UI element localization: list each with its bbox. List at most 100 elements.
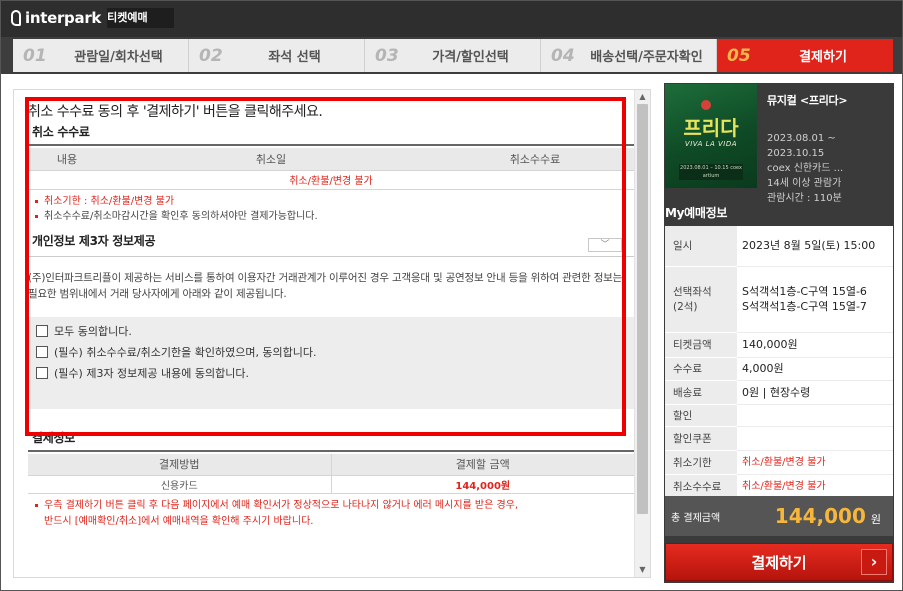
table-row: 티켓금액 140,000원 [665,332,893,358]
show-title: 뮤지컬 <프리다> [767,94,848,107]
row-value: S석객석1층-C구역 15열-6 S석객석1층-C구역 15열-7 [737,266,893,333]
payment-method: 신용카드 [28,475,331,494]
table-row: 신용카드 144,000원 [28,475,634,494]
cancel-fee-cell: 취소/환불/변경 불가 [28,170,634,190]
step-label: 결제하기 [799,50,847,65]
row-label: 할인 [665,404,737,427]
total-amount-row: 총 결제금액 144,000 원 [665,496,893,536]
step-label: 배송선택/주문자확인 [590,50,703,65]
agree-third-party-checkbox[interactable] [36,367,48,379]
total-label: 총 결제금액 [671,512,721,524]
step-number: 04 [551,45,575,66]
scroll-thumb[interactable] [637,104,648,514]
poster-title: 프리다 [683,116,739,140]
table-header-row: 내용 취소일 취소수수료 [28,148,634,171]
column-header: 취소일 [106,148,436,171]
note-line: 반드시 [예매확인/취소]에서 예매내역을 확인해 주시기 바랍니다. [44,516,314,527]
cancel-notes: 취소기한 : 취소/환불/변경 불가 취소수수료/취소마감시간을 확인후 동의하… [34,194,318,224]
agree-cancel-fee-label: (필수) 취소수수료/취소기한을 확인하였으며, 동의합니다. [54,346,317,359]
list-item: 취소기한 : 취소/환불/변경 불가 [34,194,318,209]
payment-info-table: 결제방법 결제할 금액 신용카드 144,000원 [28,454,634,494]
show-info-line: 2023.08.01 ~ [767,133,836,144]
row-value: 2023년 8월 5일(토) 15:00 [737,226,893,267]
list-item: 취소수수료/취소마감시간을 확인후 동의하셔야만 결제가능합니다. [34,209,318,224]
vertical-scrollbar[interactable]: ▲ ▼ [634,90,650,577]
row-label: 수수료 [665,357,737,381]
step-number: 03 [375,45,399,66]
payment-info-title: 결제정보 [32,431,75,445]
agree-third-party-row[interactable]: (필수) 제3자 정보제공 내용에 동의합니다. [36,365,249,381]
brand-name: interpark [25,9,102,27]
total-value: 144,000 원 [737,504,893,528]
my-booking-table: 일시 2023년 8월 5일(토) 15:00 선택좌석 (2석) S석객석1층… [665,226,893,499]
agree-cancel-fee-checkbox[interactable] [36,346,48,358]
step-label: 관람일/회차선택 [74,50,163,65]
agree-cancel-fee-row[interactable]: (필수) 취소수수료/취소기한을 확인하였으며, 동의합니다. [36,344,317,360]
step-number: 01 [23,45,47,66]
row-label: 티켓금액 [665,332,737,358]
show-info-line: 2023.10.15 [767,148,825,159]
scroll-down-arrow-icon[interactable]: ▼ [635,563,650,577]
interpark-logo: interpark 티켓예매 [11,7,174,29]
flower-icon [701,100,711,110]
agree-third-party-label: (필수) 제3자 정보제공 내용에 동의합니다. [54,367,249,380]
privacy-text: (주)인터파크트리플이 제공하는 서비스를 통하여 이용자간 거래관계가 이루어… [28,272,623,300]
show-info: 2023.08.01 ~ 2023.10.15 coex 신한카드 ... 14… [767,131,843,206]
poster-info: 2023.08.01 – 10.15 coex artium [679,164,743,180]
note-line: 우측 결제하기 버튼 클릭 후 다음 페이지에서 예매 확인서가 정상적으로 나… [34,498,518,514]
table-row: 취소기한 취소/환불/변경 불가 [665,450,893,475]
row-value [737,404,893,427]
my-booking-title: My예매정보 [665,206,728,220]
step-3: 03 가격/할인선택 [365,39,541,72]
row-label: 일시 [665,226,737,267]
column-header: 내용 [28,148,106,171]
agree-all-row[interactable]: 모두 동의합니다. [36,323,132,339]
row-value: 140,000원 [737,332,893,358]
step-2: 02 좌석 선택 [189,39,365,72]
pay-button-label: 결제하기 [751,553,807,572]
step-number: 05 [727,45,751,66]
table-header-row: 결제방법 결제할 금액 [28,454,634,476]
show-info-line: 14세 이상 관람가 [767,178,842,189]
privacy-title: 개인정보 제3자 정보제공 [32,234,156,248]
row-label: 취소수수료 [665,474,737,499]
total-unit: 원 [870,513,881,526]
row-label: 할인쿠폰 [665,426,737,451]
step-4: 04 배송선택/주문자확인 [541,39,717,72]
booking-steps: 01 관람일/회차선택 02 좌석 선택 03 가격/할인선택 04 배송선택/… [1,37,902,74]
agree-all-checkbox[interactable] [36,325,48,337]
row-value: 0원 | 현장수령 [737,380,893,405]
table-row: 취소수수료 취소/환불/변경 불가 [665,474,893,499]
section-divider [28,256,634,257]
column-header: 결제방법 [28,454,331,476]
row-label: 배송료 [665,380,737,405]
service-name: 티켓예매 [107,8,174,28]
section-divider [28,144,634,146]
top-bar: interpark 티켓예매 [1,1,902,37]
agree-all-label: 모두 동의합니다. [54,325,132,338]
column-header: 취소수수료 [436,148,634,171]
step-label: 좌석 선택 [268,50,321,65]
show-info-line: 관람시간 : 110분 [767,193,842,204]
row-value: 취소/환불/변경 불가 [737,450,893,475]
instruction-text: 취소 수수료 동의 후 '결제하기' 버튼을 클릭해주세요. [28,104,323,120]
poster-subtitle: VIVA LA VIDA [684,140,738,148]
payment-amount: 144,000원 [330,475,634,494]
step-number: 02 [199,45,223,66]
payment-content-panel: 취소 수수료 동의 후 '결제하기' 버튼을 클릭해주세요. 취소 수수료 내용… [13,89,651,578]
show-info-line: coex 신한카드 ... [767,163,844,174]
row-value: 4,000원 [737,357,893,381]
agreement-box: 모두 동의합니다. (필수) 취소수수료/취소기한을 확인하였으며, 동의합니다… [28,317,634,409]
chevron-down-icon[interactable]: ﹀ [588,238,622,252]
pay-button[interactable]: 결제하기 › [665,543,893,581]
row-value: 취소/환불/변경 불가 [737,474,893,499]
step-5-active: 05 결제하기 [717,39,893,72]
row-label: 취소기한 [665,450,737,475]
booking-summary-panel: 프리다 VIVA LA VIDA 2023.08.01 – 10.15 coex… [664,83,894,583]
table-row: 배송료 0원 | 현장수령 [665,380,893,405]
table-row: 선택좌석 (2석) S석객석1층-C구역 15열-6 S석객석1층-C구역 15… [665,266,893,333]
table-row: 할인 [665,404,893,427]
scroll-up-arrow-icon[interactable]: ▲ [635,90,650,104]
show-poster: 프리다 VIVA LA VIDA 2023.08.01 – 10.15 coex… [665,84,757,188]
cancel-fee-title: 취소 수수료 [32,125,90,139]
